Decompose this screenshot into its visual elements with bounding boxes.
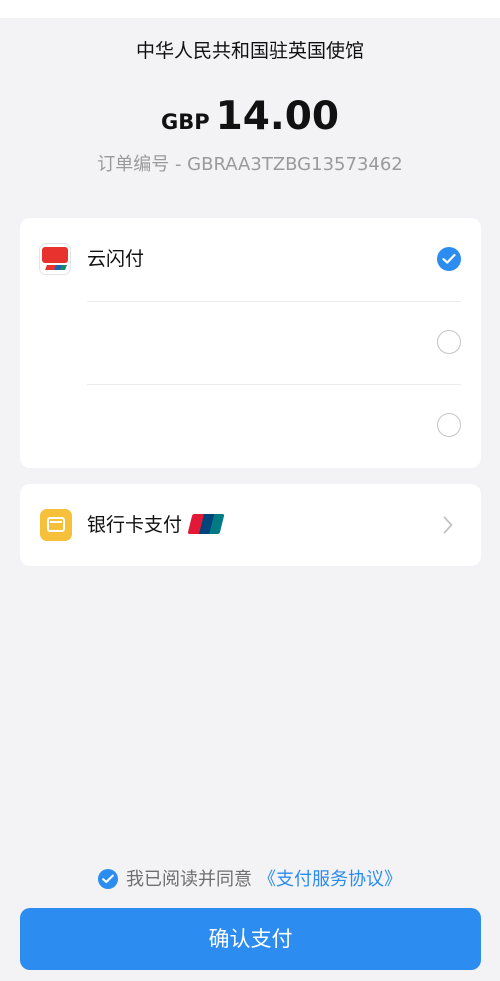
checkmark-icon [102,874,114,883]
bank-card-label: 银行卡支付 [87,484,225,567]
top-bar [0,0,500,18]
payment-method-option-2[interactable] [20,301,481,384]
radio-unselected[interactable] [437,330,461,354]
agreement-row: 我已阅读并同意 《支付服务协议》 [0,866,500,894]
agreement-text: 我已阅读并同意 [126,869,252,890]
amount-value: 14.00 [215,94,339,139]
radio-unselected[interactable] [437,413,461,437]
agreement-checkbox[interactable] [98,869,118,889]
order-number: 订单编号 - GBRAA3TZBG13573462 [97,154,403,175]
checkmark-icon [442,253,456,264]
payment-method-label: 云闪付 [87,248,145,270]
merchant-name: 中华人民共和国驻英国使馆 [135,40,364,62]
service-agreement-link[interactable]: 《支付服务协议》 [258,869,402,890]
amount-display: GBP 14.00 [0,94,500,147]
wallet-icon [40,509,72,541]
radio-selected[interactable] [437,247,461,271]
cloud-quickpass-icon [39,243,71,275]
payment-method-option-3[interactable] [20,384,481,467]
payment-method-cloud-quickpass[interactable]: 云闪付 [20,218,481,301]
unionpay-icon [187,514,225,534]
payment-method-list: 云闪付 [20,218,481,468]
bank-card-payment-row[interactable]: 银行卡支付 [20,484,481,566]
currency-code: GBP [160,110,210,134]
chevron-right-icon [443,516,453,534]
confirm-payment-button[interactable]: 确认支付 [20,908,481,970]
